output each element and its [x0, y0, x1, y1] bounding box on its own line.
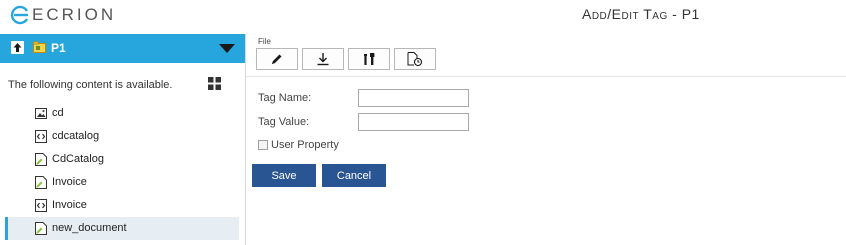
ecrion-logo-icon [10, 5, 29, 25]
selection-indicator [5, 217, 8, 240]
list-item-selected[interactable]: new_document [5, 217, 239, 240]
panel-divider [245, 34, 246, 245]
tools-button[interactable] [348, 48, 390, 70]
list-item[interactable]: Invoice [5, 171, 239, 194]
user-property-label: User Property [271, 139, 339, 151]
document-clock-icon [407, 52, 423, 66]
history-button[interactable] [394, 48, 436, 70]
page-title: Add/Edit Tag - P1 [582, 6, 700, 22]
list-item-label: Invoice [52, 199, 87, 211]
document-icon [35, 176, 47, 189]
save-button[interactable]: Save [252, 164, 316, 187]
document-icon [35, 153, 47, 166]
list-item-label: cdcatalog [52, 130, 100, 142]
logo-text: ECRION [32, 5, 117, 24]
ecrion-logo: ECRION [10, 4, 116, 26]
code-file-icon [35, 130, 47, 143]
tag-value-label: Tag Value: [258, 116, 310, 128]
project-selector[interactable]: P1 [0, 34, 245, 63]
available-content-text: The following content is available. [8, 79, 173, 91]
edit-button[interactable] [256, 48, 298, 70]
tag-value-input[interactable] [358, 113, 469, 131]
tag-name-input[interactable] [358, 89, 469, 107]
tag-name-label: Tag Name: [258, 92, 312, 104]
cancel-button[interactable]: Cancel [322, 164, 386, 187]
toolbar-divider [246, 76, 846, 77]
tools-icon [364, 53, 375, 65]
toolbar-group-label: File [258, 37, 271, 46]
list-item-label: CdCatalog [52, 153, 104, 165]
app-header: ECRION Add/Edit Tag - P1 [0, 0, 846, 30]
download-button[interactable] [302, 48, 344, 70]
code-file-icon [35, 199, 47, 212]
list-item[interactable]: cd [5, 102, 239, 125]
chevron-down-icon[interactable] [219, 44, 235, 53]
document-icon [35, 222, 47, 235]
image-icon [35, 108, 47, 119]
pencil-icon [272, 54, 282, 64]
list-item[interactable]: cdcatalog [5, 125, 239, 148]
list-item-label: cd [52, 107, 64, 119]
list-item[interactable]: Invoice [5, 194, 239, 217]
content-browser-panel: P1 The following content is available. c… [0, 34, 245, 245]
list-item-label: Invoice [52, 176, 87, 188]
project-folder-icon [33, 41, 46, 53]
project-name: P1 [51, 41, 66, 55]
user-property-checkbox[interactable] [258, 140, 268, 150]
up-arrow-icon[interactable] [11, 41, 24, 54]
list-item-label: new_document [52, 222, 127, 234]
download-icon [317, 53, 329, 66]
grid-view-icon[interactable] [208, 77, 221, 90]
list-item[interactable]: CdCatalog [5, 148, 239, 171]
